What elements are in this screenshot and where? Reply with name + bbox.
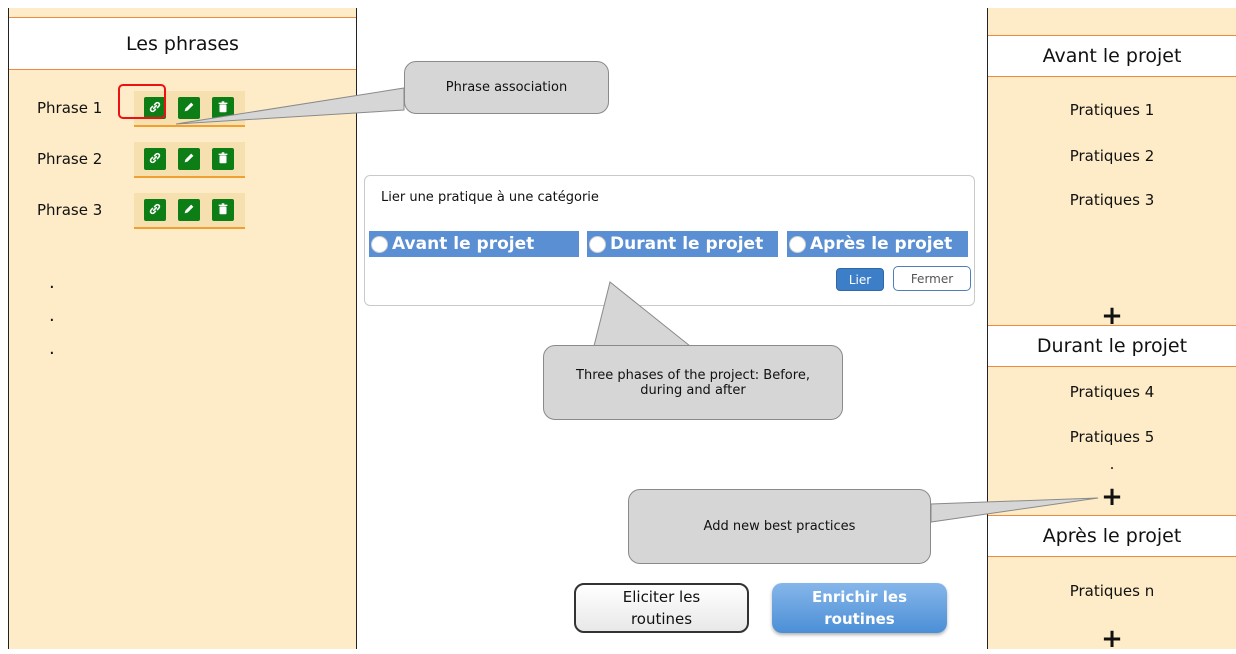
link-button[interactable] [144, 199, 166, 221]
trash-icon [216, 201, 230, 220]
pencil-icon [182, 99, 196, 118]
callout-phrase-association: Phrase association [404, 61, 609, 114]
radio-circle-icon [789, 235, 806, 253]
edit-button[interactable] [178, 148, 200, 170]
edit-button[interactable] [178, 97, 200, 119]
practice-item[interactable]: Pratiques 2 [988, 147, 1236, 165]
section-title-after: Après le projet [988, 515, 1236, 557]
phrase-actions [134, 193, 245, 229]
delete-button[interactable] [212, 148, 234, 170]
radio-before[interactable]: Avant le projet [369, 231, 579, 257]
callout-three-phases: Three phases of the project: Before, dur… [543, 345, 843, 420]
phrase-label: Phrase 1 [37, 99, 103, 117]
phrase-label: Phrase 2 [37, 150, 103, 168]
phrase-row: Phrase 3 [9, 193, 356, 229]
delete-button[interactable] [212, 199, 234, 221]
practice-item[interactable]: Pratiques 5 [988, 428, 1236, 446]
radio-after[interactable]: Après le projet [787, 231, 968, 257]
add-practice-button[interactable]: + [988, 626, 1236, 652]
eliciter-label: Eliciter les routines [622, 588, 701, 628]
radio-label: Durant le projet [610, 234, 764, 254]
link-button[interactable] [144, 148, 166, 170]
radio-during[interactable]: Durant le projet [587, 231, 778, 257]
ellipsis-dot: . [49, 305, 55, 326]
add-practice-button[interactable]: + [988, 484, 1236, 510]
ellipsis-dot: . [49, 338, 55, 359]
link-practice-dialog: Lier une pratique à une catégorie Avant … [364, 175, 975, 306]
enrichir-routines-button[interactable]: Enrichir les routines [772, 583, 947, 633]
edit-button[interactable] [178, 199, 200, 221]
panel-top-band [9, 8, 356, 18]
radio-circle-icon [371, 235, 388, 253]
link-icon [148, 201, 162, 220]
trash-icon [216, 99, 230, 118]
link-icon [148, 150, 162, 169]
phrase-label: Phrase 3 [37, 201, 103, 219]
phrase-row: Phrase 2 [9, 142, 356, 178]
practice-item[interactable]: Pratiques 1 [988, 101, 1236, 119]
practice-item[interactable]: Pratiques 4 [988, 383, 1236, 401]
practice-item[interactable]: Pratiques 3 [988, 191, 1236, 209]
radio-label: Avant le projet [392, 234, 535, 254]
lier-button[interactable]: Lier [836, 268, 884, 291]
section-title-before: Avant le projet [988, 35, 1236, 77]
enrichir-label: Enrichir les routines [811, 588, 908, 628]
trash-icon [216, 150, 230, 169]
phrase-actions [134, 142, 245, 178]
phrases-title: Les phrases [9, 18, 356, 70]
practice-item[interactable]: Pratiques n [988, 582, 1236, 600]
fermer-button[interactable]: Fermer [893, 266, 971, 291]
link-highlight [118, 84, 166, 119]
dialog-title: Lier une pratique à une catégorie [381, 190, 599, 205]
ellipsis-dot: . [1109, 455, 1115, 473]
delete-button[interactable] [212, 97, 234, 119]
ellipsis-dot: . [49, 272, 55, 293]
callout-add-practices: Add new best practices [628, 489, 931, 564]
pencil-icon [182, 201, 196, 220]
section-title-during: Durant le projet [988, 325, 1236, 367]
radio-circle-icon [589, 235, 606, 253]
phrases-panel: Les phrases Phrase 1 Phrase 2 Phrase 3 .… [8, 8, 357, 649]
eliciter-routines-button[interactable]: Eliciter les routines [574, 583, 749, 633]
radio-label: Après le projet [810, 234, 953, 254]
phrase-row: Phrase 1 [9, 91, 356, 127]
practices-panel: Avant le projet Pratiques 1 Pratiques 2 … [987, 8, 1236, 652]
pencil-icon [182, 150, 196, 169]
